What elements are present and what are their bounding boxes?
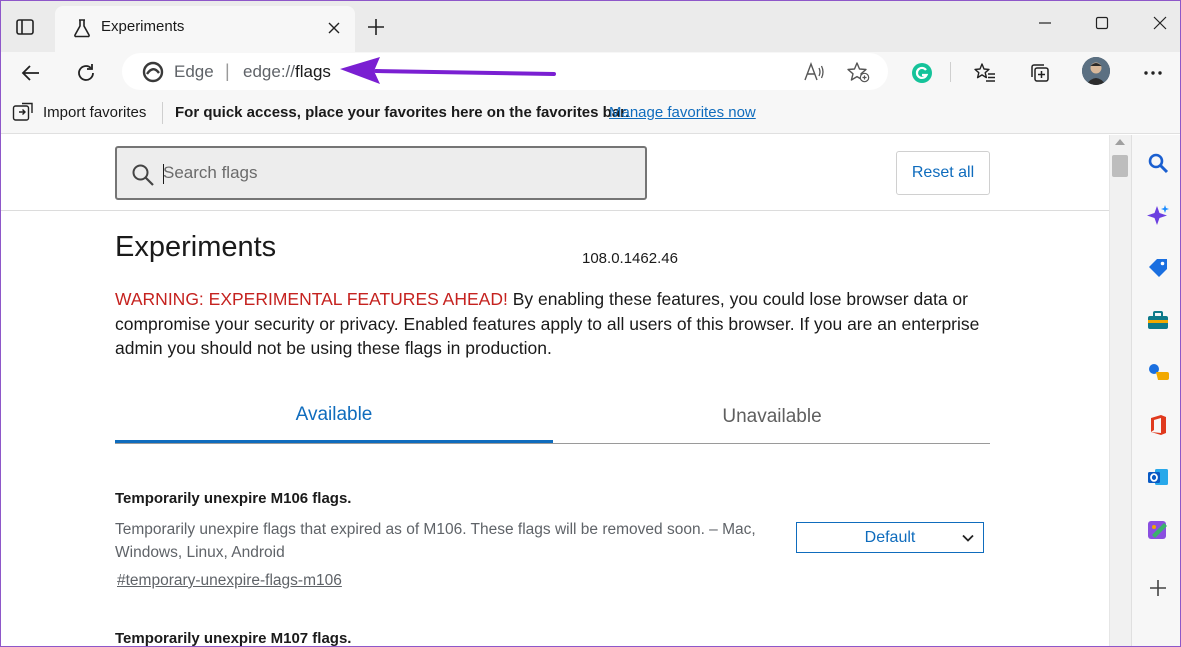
search-icon: [1148, 153, 1169, 174]
flag-name: Temporarily unexpire M107 flags.: [115, 630, 352, 647]
back-arrow-icon: [21, 65, 39, 81]
designer-icon: [1148, 521, 1167, 539]
sidebar-games-button[interactable]: [1145, 359, 1171, 385]
edge-logo-icon: [142, 61, 164, 83]
shopping-tag-icon: [1149, 259, 1167, 277]
sidebar-office-button[interactable]: [1145, 412, 1171, 438]
copilot-sparkle-icon: [1147, 205, 1169, 225]
edge-sidebar: [1131, 135, 1181, 647]
collections-icon: [1031, 64, 1049, 82]
tools-icon: [1148, 311, 1168, 329]
sidebar-search-button[interactable]: [1145, 150, 1171, 176]
manage-favorites-link[interactable]: Manage favorites now: [609, 104, 756, 121]
import-favorites-button[interactable]: Import favorites: [43, 104, 146, 121]
scroll-thumb[interactable]: [1112, 155, 1128, 177]
tab-title: Experiments: [101, 18, 185, 35]
settings-menu-button[interactable]: [1138, 58, 1168, 88]
flags-page: Reset all Experiments 108.0.1462.46 WARN…: [0, 135, 1109, 647]
flask-icon: [74, 19, 90, 38]
favorites-button[interactable]: [970, 58, 1000, 88]
sidebar-copilot-button[interactable]: [1145, 203, 1171, 229]
more-icon: [1144, 71, 1162, 75]
flag-description: Temporarily unexpire flags that expired …: [115, 521, 756, 561]
import-favorites-icon: [12, 102, 33, 121]
annotation-arrow: [340, 57, 556, 84]
flag-item: Temporarily unexpire M106 flags. Tempora…: [115, 490, 995, 589]
sidebar-tools-button[interactable]: [1145, 307, 1171, 333]
url-text: edge://flags: [243, 62, 331, 82]
favorites-divider: [162, 102, 163, 124]
games-icon: [1149, 364, 1169, 380]
maximize-icon: [1095, 16, 1109, 30]
flag-name: Temporarily unexpire M106 flags.: [115, 490, 352, 507]
office-icon: [1151, 415, 1166, 435]
close-window-button[interactable]: [1145, 10, 1175, 36]
version-label: 108.0.1462.46: [582, 250, 678, 267]
page-scrollbar[interactable]: [1109, 135, 1131, 647]
star-add-icon: [847, 62, 870, 83]
warning-label: WARNING: EXPERIMENTAL FEATURES AHEAD!: [115, 289, 508, 309]
new-tab-button[interactable]: [364, 15, 388, 39]
tab-actions-button[interactable]: [10, 12, 40, 42]
flag-state-select[interactable]: Default: [796, 522, 984, 553]
back-button[interactable]: [16, 58, 46, 88]
add-favorite-button[interactable]: [846, 61, 870, 83]
favorites-bar-message: For quick access, place your favorites h…: [175, 104, 630, 121]
favorites-list-icon: [974, 63, 995, 82]
favorites-bar: Import favorites For quick access, place…: [0, 92, 1181, 134]
add-icon: [1150, 580, 1166, 596]
flag-tabs: Available Unavailable: [115, 390, 990, 444]
collections-button[interactable]: [1025, 58, 1055, 88]
tab-unavailable[interactable]: Unavailable: [553, 390, 991, 444]
tab-experiments[interactable]: Experiments: [55, 6, 355, 52]
address-toolbar: Edge | edge://flags: [0, 52, 1181, 92]
flag-state-value: Default: [864, 528, 916, 546]
minimize-icon: [1039, 22, 1051, 24]
page-title: Experiments: [115, 231, 277, 263]
refresh-icon: [78, 64, 94, 81]
minimize-button[interactable]: [1030, 10, 1060, 36]
profile-icon: [1082, 57, 1110, 85]
flag-anchor-link[interactable]: #temporary-unexpire-flags-m106: [117, 572, 342, 590]
address-separator: |: [225, 61, 230, 81]
sidebar-designer-button[interactable]: [1145, 517, 1171, 543]
reset-all-button[interactable]: Reset all: [896, 151, 990, 195]
close-tab-button[interactable]: [323, 17, 345, 39]
tab-actions-icon: [16, 19, 34, 35]
toolbar-divider: [950, 62, 951, 82]
search-box[interactable]: [115, 146, 647, 200]
chevron-down-icon: [962, 534, 974, 542]
read-aloud-button[interactable]: [802, 61, 826, 83]
sidebar-shopping-button[interactable]: [1145, 255, 1171, 281]
tab-available[interactable]: Available: [115, 390, 553, 443]
scroll-up-arrow[interactable]: [1115, 139, 1125, 145]
flag-item: Temporarily unexpire M107 flags.: [115, 630, 995, 647]
sidebar-outlook-button[interactable]: [1145, 464, 1171, 490]
search-header: Reset all: [0, 135, 1109, 211]
url-path: flags: [295, 62, 331, 81]
site-identity: Edge: [174, 62, 214, 81]
grammarly-extension-button[interactable]: [907, 58, 937, 88]
outlook-icon: [1148, 469, 1168, 485]
profile-avatar[interactable]: [1082, 57, 1110, 85]
close-icon: [328, 22, 340, 34]
search-icon: [132, 164, 154, 186]
sidebar-add-button[interactable]: [1145, 575, 1171, 601]
close-icon: [1153, 16, 1167, 30]
url-prefix: edge://: [243, 62, 295, 81]
read-aloud-icon: [804, 62, 824, 81]
warning-message: WARNING: EXPERIMENTAL FEATURES AHEAD! By…: [115, 287, 995, 361]
search-input[interactable]: [163, 158, 633, 188]
tab-strip: Experiments: [0, 0, 1181, 52]
refresh-button[interactable]: [71, 58, 101, 88]
maximize-button[interactable]: [1087, 10, 1117, 36]
grammarly-icon: [912, 63, 932, 83]
